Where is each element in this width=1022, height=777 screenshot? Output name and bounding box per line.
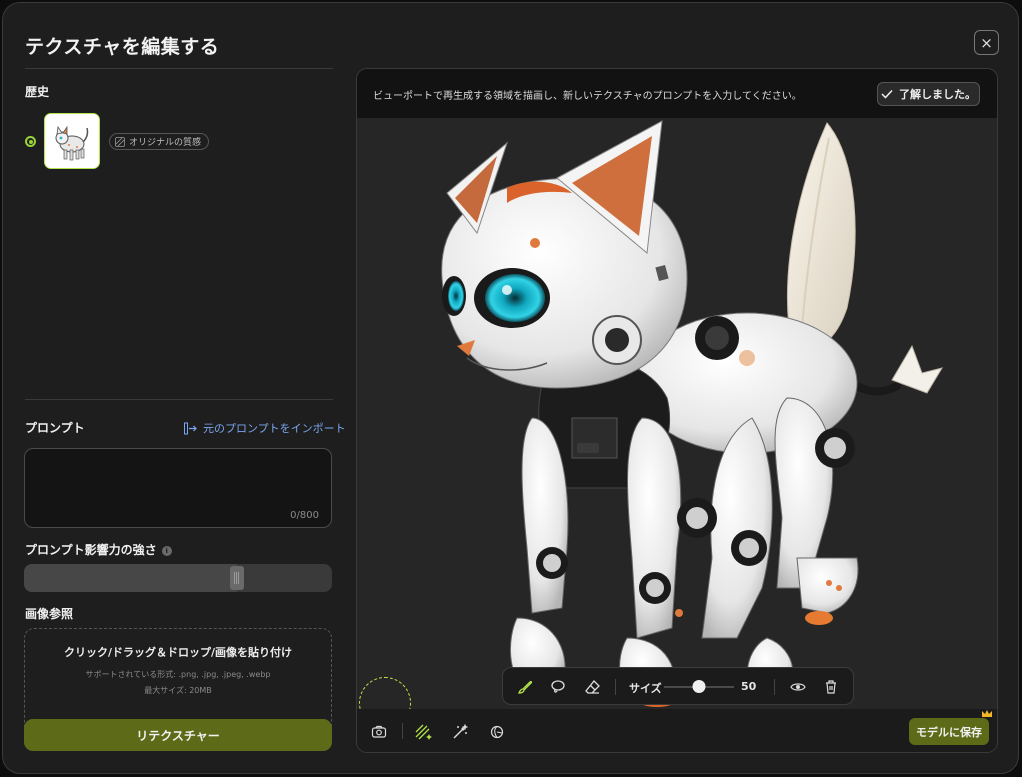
material-icon[interactable] (487, 722, 507, 742)
eye-icon[interactable] (788, 677, 808, 697)
prompt-label: プロンプト (25, 421, 85, 435)
title-divider (25, 68, 333, 69)
size-slider-thumb[interactable] (692, 680, 706, 693)
prompt-box: 0/800 (24, 448, 332, 528)
crown-icon (982, 710, 992, 717)
cat-thumbnail-image (45, 114, 99, 168)
close-button[interactable]: × (974, 30, 999, 55)
brush-toolbar: サイズ 50 (502, 667, 854, 705)
history-label: 歴史 (25, 85, 50, 99)
camera-icon[interactable] (369, 722, 389, 742)
dropzone-title: クリック/ドラッグ＆ドロップ/画像を貼り付け (63, 646, 293, 659)
history-thumbnail[interactable] (44, 113, 100, 169)
import-icon (184, 422, 197, 434)
history-radio[interactable] (25, 136, 36, 147)
info-icon[interactable]: i (161, 545, 172, 556)
eraser-icon[interactable] (583, 677, 603, 697)
strength-slider-fill (24, 564, 237, 592)
prompt-char-count: 0/800 (290, 510, 319, 521)
strength-slider[interactable] (24, 564, 332, 592)
strength-slider-handle[interactable] (229, 566, 244, 590)
bottom-divider (402, 723, 403, 739)
image-reference-label: 画像参照 (25, 607, 74, 621)
retexture-button[interactable]: リテクスチャー (24, 719, 332, 751)
history-tag-original: オリジナルの質感 (109, 133, 210, 150)
import-prompt-link[interactable]: 元のプロンプトをインポート (184, 420, 346, 436)
dialog-title: テクスチャを編集する (25, 36, 220, 58)
texture-paint-icon[interactable] (414, 722, 434, 742)
magic-wand-icon[interactable] (450, 722, 470, 742)
toolbar-divider (774, 679, 775, 695)
import-prompt-label: 元のプロンプトをインポート (203, 422, 346, 435)
checkmark-icon (881, 89, 893, 99)
trash-icon[interactable] (821, 677, 841, 697)
dropzone-formats: サポートされている形式: .png, .jpg, .jpeg, .webp (85, 670, 271, 679)
viewport-bottom-bar: モデルに保存 (357, 709, 997, 752)
acknowledge-button[interactable]: 了解しました。 (877, 82, 980, 106)
brush-icon[interactable] (515, 677, 535, 697)
lasso-icon[interactable] (548, 677, 568, 697)
edit-texture-dialog: テクスチャを編集する × 歴史 オリジナルの質感 プロンプト 元のプロンプトをイ… (2, 2, 1019, 774)
toolbar-divider (615, 679, 616, 695)
texture-icon (115, 136, 125, 147)
dropzone-max-size: 最大サイズ: 20MB (144, 686, 212, 695)
robot-cat-model (441, 120, 944, 707)
prompt-input[interactable] (25, 449, 331, 527)
size-label: サイズ (629, 682, 662, 695)
viewport-banner: ビューポートで再生成する領域を描画し、新しいテクスチャのプロンプトを入力してくだ… (357, 69, 997, 118)
history-divider (25, 399, 333, 400)
acknowledge-label: 了解しました。 (899, 88, 976, 101)
strength-label: プロンプト影響力の強さ (25, 543, 157, 557)
strength-label-row: プロンプト影響力の強さ i (25, 541, 172, 558)
size-value: 50 (741, 680, 757, 693)
viewport[interactable]: ビューポートで再生成する領域を描画し、新しいテクスチャのプロンプトを入力してくだ… (356, 68, 998, 753)
banner-text: ビューポートで再生成する領域を描画し、新しいテクスチャのプロンプトを入力してくだ… (373, 91, 802, 102)
history-tag-label: オリジナルの質感 (129, 138, 202, 148)
save-to-model-button[interactable]: モデルに保存 (909, 718, 989, 745)
close-icon: × (980, 33, 993, 52)
